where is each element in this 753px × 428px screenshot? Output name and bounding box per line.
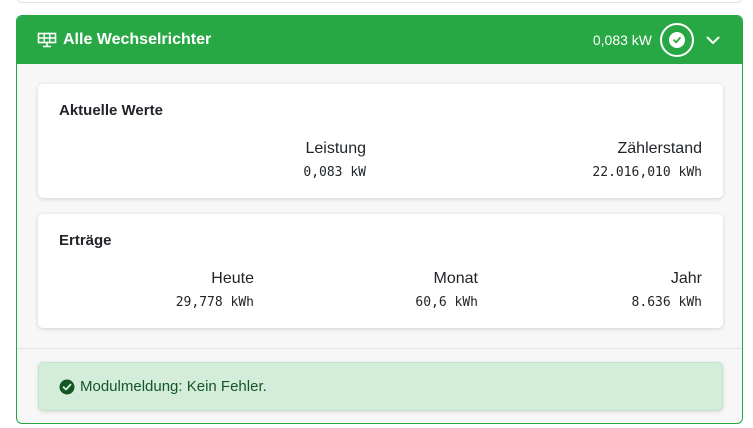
check-circle-icon [59, 379, 75, 395]
yields-title: Erträge [59, 232, 112, 249]
section-divider [17, 348, 742, 349]
metric-label: Jahr [670, 270, 702, 287]
metric-zaehlerstand: Zählerstand 22.016,010 kWh [592, 140, 702, 180]
metric-heute: Heute 29,778 kWh [176, 270, 254, 310]
metric-value: 22.016,010 kWh [592, 165, 702, 180]
chevron-down-icon[interactable] [704, 31, 722, 49]
metric-label: Leistung [305, 140, 367, 157]
metric-label: Zählerstand [617, 140, 703, 157]
metric-leistung: Leistung 0,083 kW [303, 140, 366, 180]
status-message: Modulmeldung: Kein Fehler. [80, 378, 267, 395]
metric-value: 29,778 kWh [175, 295, 254, 310]
metric-value: 0,083 kW [303, 165, 366, 180]
current-values-title: Aktuelle Werte [59, 102, 163, 119]
metric-value: 60,6 kWh [415, 295, 478, 310]
previous-panel-edge [16, 0, 743, 3]
current-values-card: Aktuelle Werte Leistung 0,083 kW Zählers… [38, 84, 723, 198]
metric-jahr: Jahr 8.636 kWh [632, 270, 702, 310]
yields-card: Erträge Heute 29,778 kWh Monat 60,6 kWh … [38, 214, 723, 328]
header-power-value: 0,083 kW [592, 32, 652, 48]
metric-label: Heute [211, 270, 254, 287]
solar-panel-icon [37, 32, 57, 48]
metric-value: 8.636 kWh [631, 295, 702, 310]
panel-header[interactable]: Alle Wechselrichter 0,083 kW [17, 16, 742, 64]
inverter-panel: Alle Wechselrichter 0,083 kW Aktuelle We… [16, 15, 743, 424]
check-circle-icon [660, 23, 694, 57]
metric-monat: Monat 60,6 kWh [415, 270, 478, 310]
panel-title: Alle Wechselrichter [63, 31, 212, 48]
status-alert: Modulmeldung: Kein Fehler. [38, 362, 723, 411]
metric-label: Monat [433, 270, 478, 287]
